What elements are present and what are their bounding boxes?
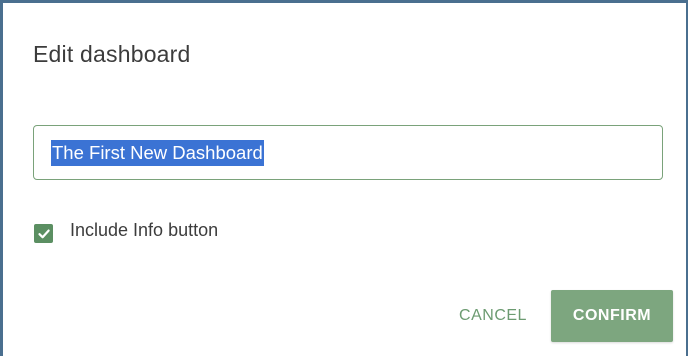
dialog-title: Edit dashboard bbox=[33, 41, 191, 67]
include-info-label[interactable]: Include Info button bbox=[70, 220, 218, 241]
dashboard-name-input[interactable]: The First New Dashboard bbox=[33, 125, 663, 180]
edit-dashboard-dialog: Edit dashboard The First New Dashboard I… bbox=[3, 3, 686, 356]
screenshot-frame: Edit dashboard The First New Dashboard I… bbox=[0, 0, 688, 356]
cancel-button[interactable]: CANCEL bbox=[443, 293, 543, 339]
dashboard-name-value[interactable]: The First New Dashboard bbox=[51, 139, 264, 166]
confirm-button[interactable]: CONFIRM bbox=[551, 290, 673, 342]
check-icon bbox=[37, 229, 50, 238]
include-info-checkbox[interactable] bbox=[34, 224, 53, 243]
